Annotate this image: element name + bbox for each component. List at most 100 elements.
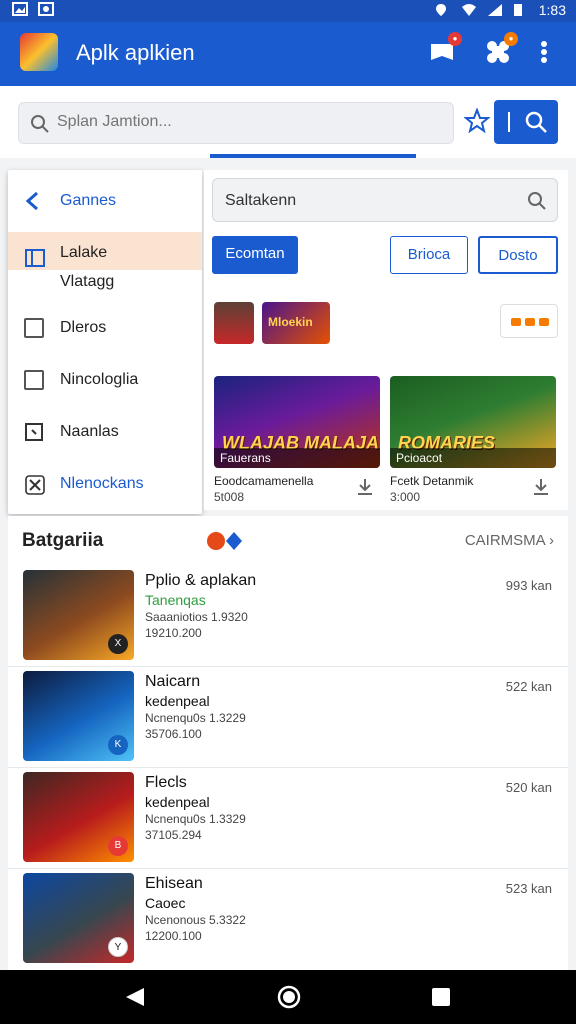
signal-icon	[487, 3, 503, 17]
featured-caption: Fauerans	[214, 448, 380, 468]
tablet-icon	[25, 249, 45, 267]
search-icon	[528, 192, 546, 210]
mini-banner-text: Mloekin	[268, 315, 313, 329]
notification-badge: ●	[448, 32, 462, 46]
system-nav-bar	[0, 970, 576, 1024]
game-size: 520 kan	[505, 780, 552, 795]
square-icon	[25, 423, 43, 441]
featured-art: ROMARIES Pcioacot	[390, 376, 556, 468]
drawer-item-sublabel: Vlatagg	[60, 273, 115, 290]
game-thumbnail: X	[23, 570, 134, 660]
game-thumbnail: Y	[23, 873, 134, 963]
status-time: 1:83	[538, 2, 566, 18]
drawer-item-nlenockans[interactable]: Nlenockans	[8, 466, 202, 506]
drawer-item-label: Nlenockans	[60, 475, 144, 492]
tools-icon	[25, 475, 45, 495]
game-version: Ncnenqu0s 1.3329	[145, 812, 246, 826]
puzzle-icon[interactable]: ●	[482, 32, 518, 68]
notifications-button[interactable]: ●	[426, 32, 462, 68]
category-drawer: Gannes Lalake Vlatagg Dleros Nincologlia…	[8, 170, 202, 514]
category-section: Batgariia CAIRMSMA › X Pplio & aplakan T…	[8, 516, 568, 970]
chip-dosto[interactable]: Dosto	[478, 236, 558, 274]
drawer-item-naanlas[interactable]: Naanlas	[8, 414, 202, 454]
back-nav-icon[interactable]	[124, 986, 146, 1008]
featured-panel: Saltakenn Ecomtan Brioca Dosto Mloekin W…	[204, 170, 568, 510]
game-size: 522 kan	[505, 679, 552, 694]
game-size: 993 kan	[505, 578, 552, 593]
drawer-header[interactable]: Gannes	[8, 170, 202, 230]
battery-icon	[513, 3, 529, 17]
location-icon	[435, 3, 451, 17]
game-version: Ncnenqu0s 1.3229	[145, 711, 246, 725]
badge-icon: K	[108, 735, 128, 755]
wifi-icon	[461, 3, 477, 17]
drawer-item-label: Dleros	[60, 319, 107, 336]
list-item[interactable]: K Naicarn kedenpeal Ncnenqu0s 1.3229 357…	[8, 667, 568, 768]
game-name: Flecls	[145, 774, 187, 791]
app-logo	[20, 33, 58, 71]
game-name: Pplio & aplakan	[145, 572, 257, 589]
game-version: Saaaniotios 1.9320	[145, 610, 248, 624]
checkbox-icon[interactable]	[24, 318, 44, 338]
badge-icon: X	[108, 634, 128, 654]
panel-search-text: Saltakenn	[225, 192, 297, 209]
badge-icon: Y	[108, 937, 128, 957]
download-icon[interactable]	[532, 478, 550, 496]
search-icon	[31, 115, 49, 133]
drawer-title: Gannes	[60, 192, 117, 209]
category-tag-icons	[207, 532, 242, 550]
game-subtitle: Caoec	[145, 895, 186, 911]
search-icon	[525, 111, 547, 133]
download-icon[interactable]	[356, 478, 374, 496]
featured-caption: Pcioacot	[390, 448, 556, 468]
game-downloads: 37105.294	[145, 828, 202, 842]
search-box[interactable]	[18, 102, 454, 144]
game-downloads: 12200.100	[145, 929, 202, 943]
favorites-star-icon[interactable]	[463, 107, 491, 134]
chip-brioca[interactable]: Brioca	[390, 236, 468, 274]
game-name: Ehisean	[145, 875, 203, 892]
drawer-item-label: Naanlas	[60, 423, 119, 440]
featured-card[interactable]: ROMARIES Pcioacot Fcetk Detanmik 3:000	[390, 376, 556, 504]
update-badge: ●	[504, 32, 518, 46]
category-title: Batgariia	[22, 530, 104, 551]
search-input[interactable]	[57, 113, 437, 131]
drawer-item-nincologlia[interactable]: Nincologlia	[8, 362, 202, 402]
game-downloads: 19210.200	[145, 626, 202, 640]
featured-card[interactable]: WLAJAB MALAJA Fauerans Eoodcamamenella 5…	[214, 376, 380, 504]
loading-indicator	[210, 154, 416, 158]
home-nav-icon[interactable]	[276, 984, 302, 1010]
game-version: Ncenonous 5.3322	[145, 913, 246, 927]
drawer-item-label: Nincologlia	[60, 371, 139, 388]
list-item[interactable]: Y Ehisean Caoec Ncenonous 5.3322 12200.1…	[8, 869, 568, 970]
panel-search-box[interactable]: Saltakenn	[212, 178, 558, 222]
list-item[interactable]: B Flecls kedenpeal Ncnenqu0s 1.3329 3710…	[8, 768, 568, 869]
mini-game-banner[interactable]: Mloekin	[262, 302, 330, 344]
drawer-item-lalake[interactable]: Lalake	[8, 232, 202, 270]
gallery-notification-icon	[38, 2, 54, 16]
list-item[interactable]: X Pplio & aplakan Tanenqas Saaaniotios 1…	[8, 566, 568, 667]
game-subtitle: kedenpeal	[145, 693, 210, 709]
game-downloads: 35706.100	[145, 727, 202, 741]
badge-icon: B	[108, 836, 128, 856]
mini-game-avatar[interactable]	[214, 302, 254, 344]
overflow-menu-icon[interactable]	[534, 36, 554, 68]
gallery-notification-icon	[12, 2, 28, 16]
coins-button[interactable]	[500, 304, 558, 338]
search-button[interactable]	[494, 100, 558, 144]
game-size: 523 kan	[505, 881, 552, 896]
game-thumbnail: K	[23, 671, 134, 761]
game-subtitle: kedenpeal	[145, 794, 210, 810]
search-bar-row	[0, 86, 576, 158]
game-subtitle: Tanenqas	[145, 592, 206, 608]
back-chevron-icon[interactable]	[22, 190, 44, 212]
chip-ecomtan[interactable]: Ecomtan	[212, 236, 298, 274]
recents-nav-icon[interactable]	[430, 986, 452, 1008]
category-more-link[interactable]: CAIRMSMA ›	[465, 532, 554, 549]
checkbox-icon[interactable]	[24, 370, 44, 390]
status-bar: 1:83	[0, 0, 576, 22]
game-thumbnail: B	[23, 772, 134, 862]
game-name: Naicarn	[145, 673, 201, 690]
drawer-item-dleros[interactable]: Dleros	[8, 310, 202, 350]
drawer-item-label: Lalake	[60, 244, 108, 261]
